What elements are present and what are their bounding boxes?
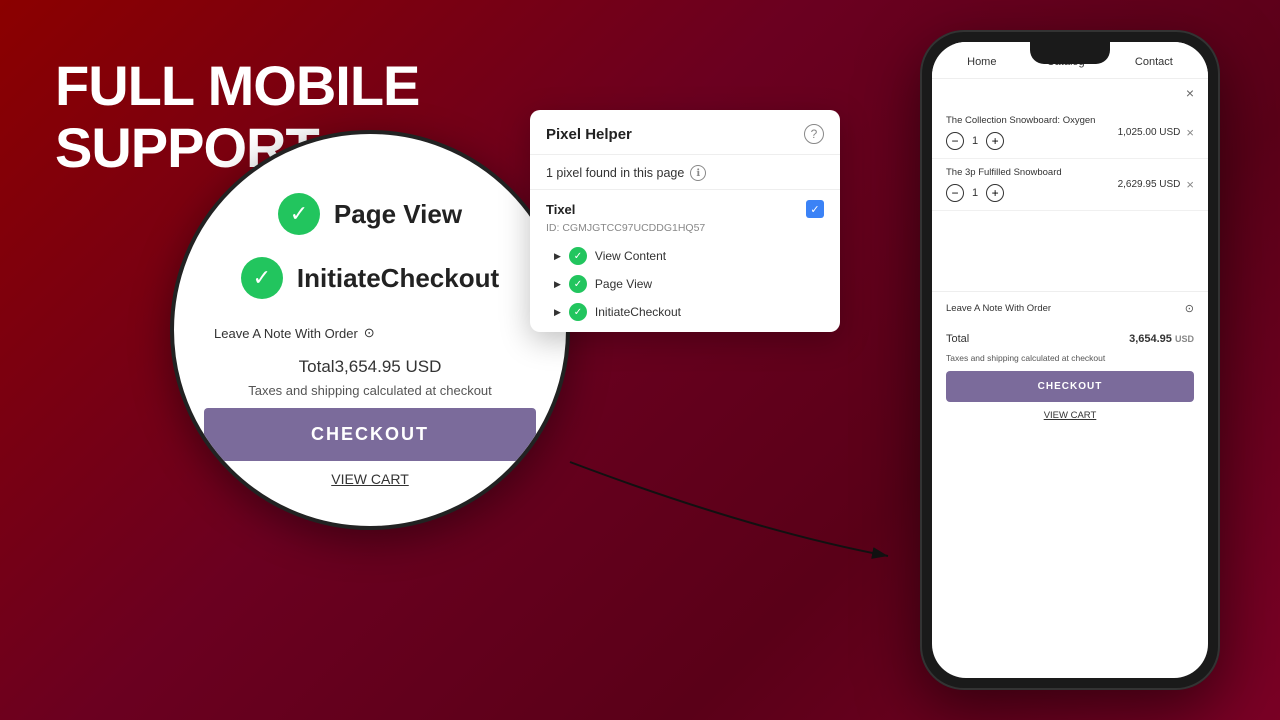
pixel-event-initiate-checkout[interactable]: ▶ ✓ InitiateCheckout (546, 298, 824, 326)
phone-product-1-price: 1,025.00 USD (1118, 127, 1181, 138)
phone-product-2-price: 2,629.95 USD (1118, 179, 1181, 190)
phone-checkout-button[interactable]: CHECKOUT (946, 371, 1194, 402)
zoom-checkout-button[interactable]: CHECKOUT (204, 408, 536, 461)
phone-notch (1030, 42, 1110, 64)
pixel-helper-header: Pixel Helper ? (530, 110, 840, 155)
phone-nav-home[interactable]: Home (967, 56, 996, 68)
phone-note-icon: ⊙ (1185, 302, 1194, 315)
zoom-circle: ✓ Page View ✓ InitiateCheckout Leave A N… (170, 130, 570, 530)
phone-tax-note: Taxes and shipping calculated at checkou… (932, 353, 1208, 371)
pixel-event-view-content[interactable]: ▶ ✓ View Content (546, 242, 824, 270)
event-name-view-content: View Content (595, 249, 666, 263)
phone-note-row: Leave A Note With Order ⊙ (932, 291, 1208, 325)
phone-product-1-name: The Collection Snowboard: Oxygen (946, 115, 1118, 126)
event-check-icon-2: ✓ (569, 275, 587, 293)
phone-view-cart-link[interactable]: VIEW CART (932, 410, 1208, 429)
pixel-id: ID: CGMJGTCC97UCDDG1HQ57 (546, 222, 824, 234)
pixel-found-info-icon[interactable]: ℹ (690, 165, 706, 181)
phone-product-1-qty-increase[interactable]: + (986, 132, 1004, 150)
zoom-view-cart-link[interactable]: VIEW CART (331, 471, 409, 487)
zoom-note-icon: ⊙ (364, 325, 375, 341)
phone-screen: Home Catalog Contact × The Collection Sn… (932, 42, 1208, 678)
initiate-checkout-check-icon: ✓ (241, 257, 283, 299)
zoom-note-row: Leave A Note With Order ⊙ (204, 321, 536, 345)
arrow-icon: ▶ (554, 251, 561, 262)
phone-total-row: Total 3,654.95 USD (932, 325, 1208, 353)
phone-product-1-qty-decrease[interactable]: − (946, 132, 964, 150)
phone-product-2: The 3p Fulfilled Snowboard − 1 + 2,629.9… (932, 159, 1208, 211)
phone-product-1: The Collection Snowboard: Oxygen − 1 + 1… (932, 107, 1208, 159)
pixel-name: Tixel (546, 202, 575, 217)
phone-product-1-qty-ctrl: − 1 + (946, 132, 1118, 150)
pixel-helper-title: Pixel Helper (546, 126, 632, 143)
phone-product-2-qty-ctrl: − 1 + (946, 184, 1118, 202)
phone-product-2-name: The 3p Fulfilled Snowboard (946, 167, 1118, 178)
phone-product-2-info: The 3p Fulfilled Snowboard − 1 + (946, 167, 1118, 202)
phone-product-2-qty: 1 (972, 187, 978, 199)
phone-total-label: Total (946, 333, 969, 345)
phone-close-button[interactable]: × (1182, 85, 1198, 101)
zoom-tax-note: Taxes and shipping calculated at checkou… (238, 383, 502, 408)
page-view-badge: ✓ Page View (278, 193, 462, 235)
zoom-total-label: Total (299, 357, 335, 377)
page-view-label: Page View (334, 199, 462, 230)
zoom-total-value: 3,654.95 USD (335, 357, 442, 377)
phone-product-1-info: The Collection Snowboard: Oxygen − 1 + (946, 115, 1118, 150)
page-view-check-icon: ✓ (278, 193, 320, 235)
initiate-checkout-label: InitiateCheckout (297, 263, 499, 294)
phone-product-2-qty-increase[interactable]: + (986, 184, 1004, 202)
event-check-icon-3: ✓ (569, 303, 587, 321)
arrow-icon-2: ▶ (554, 279, 561, 290)
event-name-page-view: Page View (595, 277, 652, 291)
zoom-note-label: Leave A Note With Order (214, 326, 358, 341)
phone-total-value: 3,654.95 USD (1129, 333, 1194, 345)
pixel-detail-row: Tixel ✓ ID: CGMJGTCC97UCDDG1HQ57 ▶ ✓ Vie… (530, 190, 840, 332)
pixel-found-row: 1 pixel found in this page ℹ (530, 155, 840, 190)
pixel-found-text: 1 pixel found in this page (546, 166, 684, 180)
pixel-event-page-view[interactable]: ▶ ✓ Page View (546, 270, 824, 298)
pixel-checkbox[interactable]: ✓ (806, 200, 824, 218)
zoom-total-row: Total 3,654.95 USD (289, 351, 452, 383)
event-name-initiate-checkout: InitiateCheckout (595, 305, 681, 319)
phone-product-2-qty-decrease[interactable]: − (946, 184, 964, 202)
pixel-helper-popup: Pixel Helper ? 1 pixel found in this pag… (530, 110, 840, 332)
initiate-checkout-badge: ✓ InitiateCheckout (241, 257, 499, 299)
phone-close-row: × (932, 79, 1208, 107)
phone-nav-contact[interactable]: Contact (1135, 56, 1173, 68)
phone-frame: Home Catalog Contact × The Collection Sn… (920, 30, 1220, 690)
arrow-icon-3: ▶ (554, 307, 561, 318)
phone-product-1-qty: 1 (972, 135, 978, 147)
phone-note-label: Leave A Note With Order (946, 303, 1185, 314)
phone-product-1-remove[interactable]: × (1186, 125, 1194, 140)
pixel-helper-info-icon[interactable]: ? (804, 124, 824, 144)
phone-product-2-remove[interactable]: × (1186, 177, 1194, 192)
event-check-icon: ✓ (569, 247, 587, 265)
